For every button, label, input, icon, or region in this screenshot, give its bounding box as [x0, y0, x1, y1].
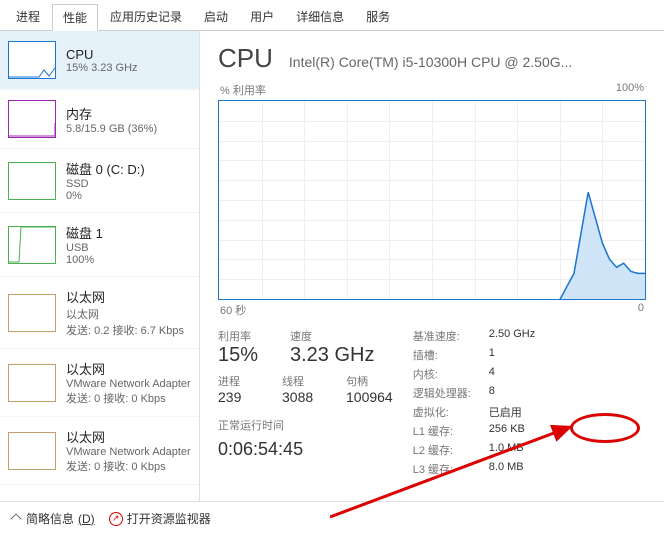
open-resource-monitor-link[interactable]: ↗ 打开资源监视器	[109, 510, 211, 527]
sidebar-item-0[interactable]: CPU15% 3.23 GHz	[0, 31, 199, 90]
sidebar-item-1[interactable]: 内存5.8/15.9 GB (36%)	[0, 90, 199, 149]
sidebar-title: 磁盘 1	[66, 223, 191, 242]
sidebar-sub: 5.8/15.9 GB (36%)	[66, 123, 191, 135]
detail-title: CPU	[218, 43, 273, 74]
footer-bar: 简略信息(D) ↗ 打开资源监视器	[0, 501, 664, 535]
sidebar-item-5[interactable]: 以太网VMware Network Adapter发送: 0 接收: 0 Kbp…	[0, 349, 199, 417]
sidebar-item-6[interactable]: 以太网VMware Network Adapter发送: 0 接收: 0 Kbp…	[0, 417, 199, 485]
sidebar-item-4[interactable]: 以太网以太网发送: 0.2 接收: 6.7 Kbps	[0, 277, 199, 349]
sidebar-title: CPU	[66, 47, 191, 62]
tab-3[interactable]: 启动	[194, 4, 238, 30]
tab-1[interactable]: 性能	[52, 4, 98, 31]
sidebar-sub: USB	[66, 242, 191, 254]
chart-x-left: 60 秒	[220, 302, 246, 318]
performance-sidebar: CPU15% 3.23 GHz内存5.8/15.9 GB (36%)磁盘 0 (…	[0, 31, 200, 501]
eth-thumb-icon	[8, 294, 56, 332]
chevron-up-icon	[10, 513, 21, 524]
sidebar-sub: VMware Network Adapter	[66, 446, 191, 458]
stats-left: 利用率15%速度3.23 GHz 进程239线程3088句柄100964 正常运…	[218, 328, 393, 477]
chart-ymax: 100%	[616, 82, 644, 98]
tab-0[interactable]: 进程	[6, 4, 50, 30]
tab-5[interactable]: 详细信息	[286, 4, 354, 30]
stats-right: 基准速度:2.50 GHz插槽:1内核:4逻辑处理器:8虚拟化:已启用L1 缓存…	[413, 328, 536, 477]
resource-monitor-icon: ↗	[109, 512, 123, 526]
chart-x-right: 0	[638, 302, 644, 318]
eth-thumb-icon	[8, 432, 56, 470]
cpu-model: Intel(R) Core(TM) i5-10300H CPU @ 2.50G.…	[289, 54, 572, 70]
tab-6[interactable]: 服务	[356, 4, 400, 30]
sidebar-item-3[interactable]: 磁盘 1USB100%	[0, 213, 199, 277]
cpu-detail-panel: CPU Intel(R) Core(TM) i5-10300H CPU @ 2.…	[200, 31, 664, 501]
sidebar-title: 以太网	[66, 359, 191, 378]
sidebar-title: 磁盘 0 (C: D:)	[66, 159, 191, 178]
disk-thumb-icon	[8, 226, 56, 264]
cpu-thumb-icon	[8, 41, 56, 79]
sidebar-title: 以太网	[66, 427, 191, 446]
sidebar-sub: SSD	[66, 178, 191, 190]
tabs-bar: 进程性能应用历史记录启动用户详细信息服务	[0, 0, 664, 31]
sidebar-title: 以太网	[66, 287, 191, 306]
tab-2[interactable]: 应用历史记录	[100, 4, 192, 30]
uptime-value: 0:06:54:45	[218, 439, 393, 460]
sidebar-sub: 15% 3.23 GHz	[66, 62, 191, 74]
sidebar-item-2[interactable]: 磁盘 0 (C: D:)SSD0%	[0, 149, 199, 213]
brief-info-link[interactable]: 简略信息(D)	[12, 510, 95, 527]
chart-ylabel: % 利用率	[220, 82, 266, 98]
eth-thumb-icon	[8, 364, 56, 402]
sidebar-sub: 以太网	[66, 306, 191, 322]
tab-4[interactable]: 用户	[240, 4, 284, 30]
disk-thumb-icon	[8, 162, 56, 200]
mem-thumb-icon	[8, 100, 56, 138]
cpu-utilization-chart[interactable]	[218, 100, 646, 300]
sidebar-sub: VMware Network Adapter	[66, 378, 191, 390]
sidebar-title: 内存	[66, 104, 191, 123]
uptime-label: 正常运行时间	[218, 417, 393, 433]
